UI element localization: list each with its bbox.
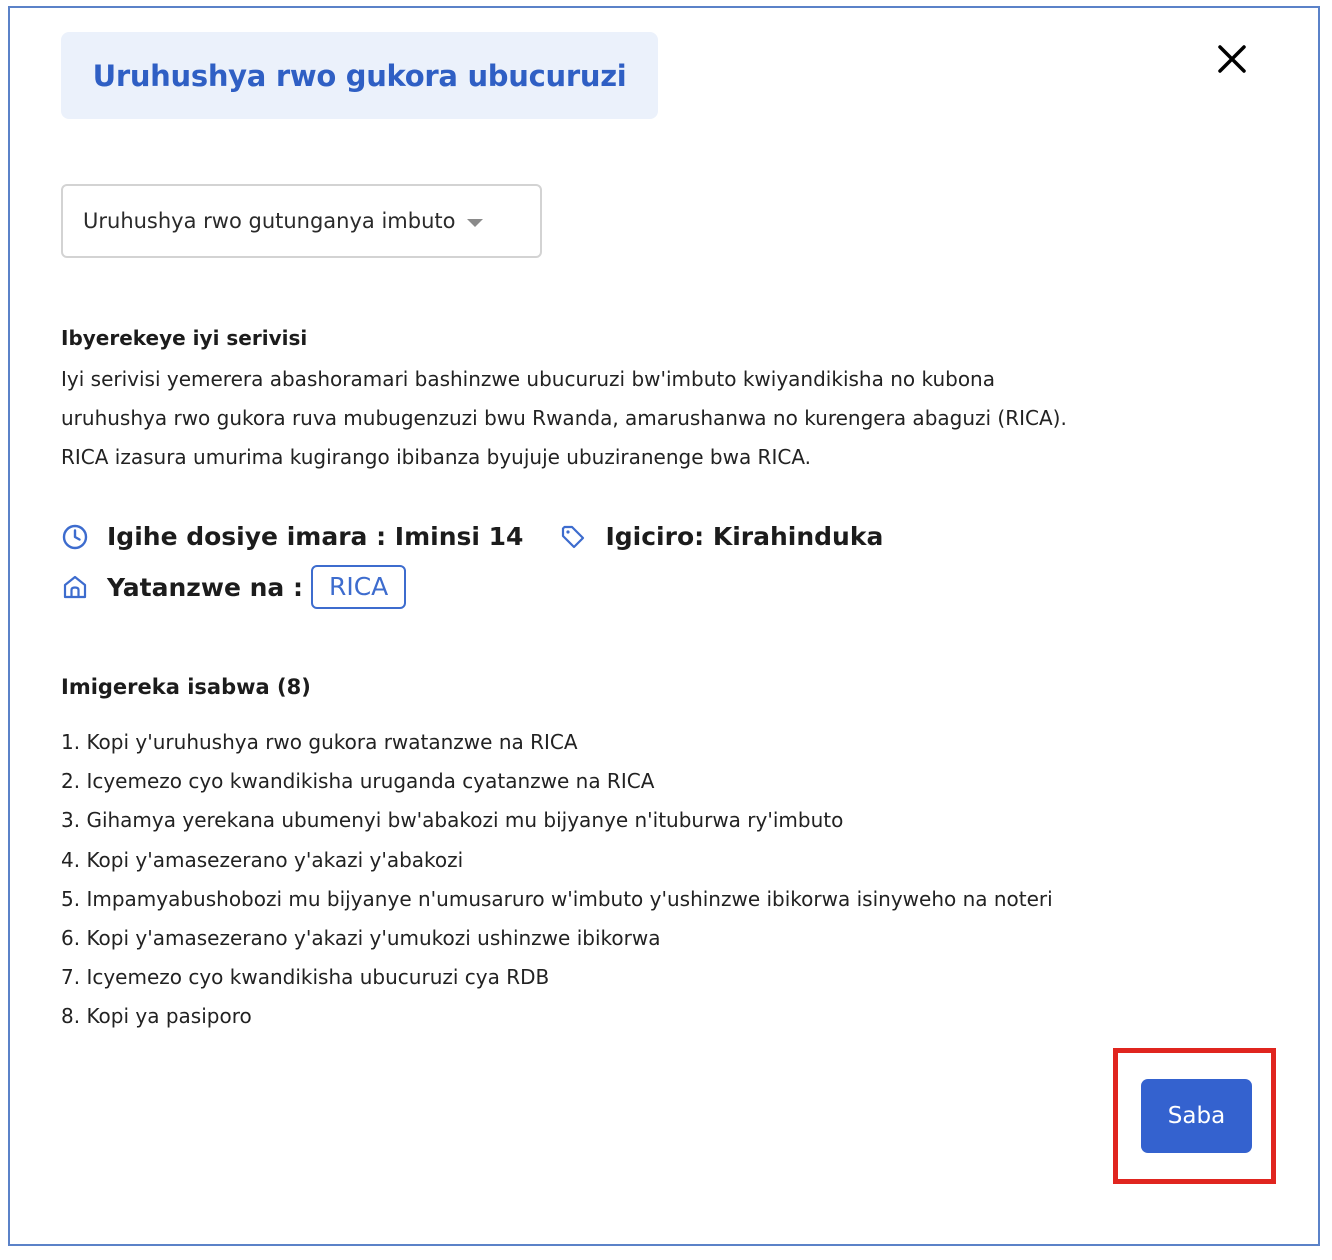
meta-row-duration-price: Igihe dosiye imara : Iminsi 14 Igiciro: … (61, 522, 883, 551)
price-text: Igiciro: Kirahinduka (605, 522, 884, 551)
list-item: 7. Icyemezo cyo kwandikisha ubucuruzi cy… (61, 965, 550, 990)
required-documents-heading: Imigereka isabwa (8) (61, 675, 311, 699)
apply-button[interactable]: Saba (1141, 1079, 1252, 1153)
about-heading: Ibyerekeye iyi serivisi (61, 326, 308, 350)
issued-by-label: Yatanzwe na : (107, 572, 303, 602)
about-line: Iyi serivisi yemerera abashoramari bashi… (61, 367, 995, 391)
about-description: Iyi serivisi yemerera abashoramari bashi… (61, 360, 1261, 477)
tag-icon (559, 523, 587, 551)
modal-title-pill: Uruhushya rwo gukora ubucuruzi (61, 32, 658, 119)
list-item: 8. Kopi ya pasiporo (61, 1004, 252, 1029)
duration-text: Igihe dosiye imara : Iminsi 14 (107, 522, 524, 551)
list-item: 4. Kopi y'amasezerano y'akazi y'abakozi (61, 847, 464, 872)
list-item: 3. Gihamya yerekana ubumenyi bw'abakozi … (61, 808, 844, 833)
modal-title: Uruhushya rwo gukora ubucuruzi (92, 58, 627, 93)
list-item: 6. Kopi y'amasezerano y'akazi y'umukozi … (61, 926, 661, 951)
clock-icon (61, 523, 89, 551)
list-item: 2. Icyemezo cyo kwandikisha uruganda cya… (61, 769, 655, 794)
permit-type-value: Uruhushya rwo gutunganya imbuto (83, 209, 456, 233)
permit-type-select[interactable]: Uruhushya rwo gutunganya imbuto (61, 184, 542, 258)
chevron-down-icon (467, 218, 484, 227)
issuer-tag[interactable]: RICA (310, 565, 407, 609)
about-line: RICA izasura umurima kugirango ibibanza … (61, 445, 811, 469)
close-icon[interactable] (1213, 40, 1251, 78)
home-icon (61, 573, 89, 601)
list-item: 1. Kopi y'uruhushya rwo gukora rwatanzwe… (61, 730, 578, 754)
required-documents-list: 1. Kopi y'uruhushya rwo gukora rwatanzwe… (61, 723, 1053, 1037)
list-item: 5. Impamyabushobozi mu bijyanye n'umusar… (61, 886, 1053, 911)
meta-row-issuer: Yatanzwe na : RICA (61, 565, 407, 609)
about-line: uruhushya rwo gukora ruva mubugenzuzi bw… (61, 406, 1067, 430)
